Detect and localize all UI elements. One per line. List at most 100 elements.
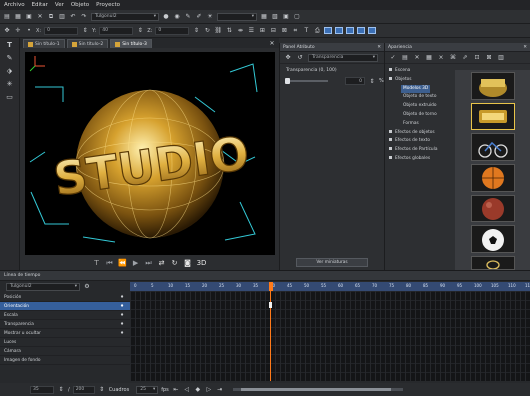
view-button-2[interactable]	[335, 27, 344, 34]
timeline-grid[interactable]	[130, 291, 530, 381]
close-icon[interactable]: ✕	[268, 39, 276, 47]
prev-frame-icon[interactable]: ⏪	[118, 259, 127, 267]
close-icon[interactable]: ✕	[523, 45, 527, 50]
grid-icon[interactable]: ▦	[260, 13, 268, 21]
text-icon[interactable]: T	[302, 27, 310, 35]
track-imagen-de-fondo[interactable]: Imagen de fondo	[0, 356, 130, 365]
particle-tool-icon[interactable]: ✳	[6, 80, 14, 88]
menu-ver[interactable]: Ver	[55, 2, 64, 8]
save-icon[interactable]: ▣	[25, 13, 33, 21]
transparency-input[interactable]: 0	[345, 77, 365, 85]
menu-objeto[interactable]: Objeto	[71, 2, 89, 8]
sphere-icon[interactable]: ●	[162, 13, 170, 21]
tree-item-escena[interactable]: Escena	[389, 67, 451, 76]
export-icon[interactable]: ⊡	[473, 54, 481, 62]
copy-icon[interactable]: ⧉	[47, 13, 55, 21]
keyframe-marker[interactable]	[269, 302, 272, 308]
undo-icon[interactable]: ↶	[69, 13, 77, 21]
add-key-icon[interactable]: ◆	[194, 386, 202, 394]
paint-icon[interactable]: ✎	[184, 13, 192, 21]
tag-icon[interactable]: ⌘	[449, 54, 457, 62]
spinner-icon[interactable]: ⇕	[57, 386, 65, 394]
y-spinner-icon[interactable]: ⇕	[136, 27, 144, 35]
timeline-ruler[interactable]: 0 5 10 15 20 25 30 35 40 45 50 55 60 65 70 75 80 85 90 95 10…	[130, 282, 530, 291]
open-icon[interactable]: ▦	[14, 13, 22, 21]
group-icon[interactable]: ⊟	[269, 27, 277, 35]
thumbnail-red-ball[interactable]	[470, 194, 515, 223]
link-icon[interactable]: ⛓	[214, 27, 223, 35]
text-tool-icon[interactable]: T	[6, 41, 14, 49]
fps-select[interactable]: 25 ▾	[136, 385, 159, 394]
x-field[interactable]: 0	[44, 26, 79, 35]
rotate-icon[interactable]: ↻	[203, 27, 211, 35]
image-tool-icon[interactable]: ▭	[6, 93, 14, 101]
first-frame-icon[interactable]: ⏮	[106, 259, 114, 267]
key-icon[interactable]: ♦	[120, 331, 124, 336]
tree-item-objetos[interactable]: Objetos	[389, 76, 451, 85]
window-icon[interactable]: ▣	[282, 13, 290, 21]
layout-icon[interactable]: ▥	[497, 54, 505, 62]
reset-icon[interactable]: ↺	[296, 54, 304, 62]
arrange-icon[interactable]: ⊞	[258, 27, 266, 35]
z-field[interactable]: 0	[155, 26, 190, 35]
shape-tool-icon[interactable]: ✎	[6, 54, 14, 62]
tab-sin-titulo-1[interactable]: Sin título-1	[23, 39, 65, 48]
mode-3d-label[interactable]: 3D	[197, 259, 207, 267]
camera-icon[interactable]: ⎙	[313, 27, 321, 35]
last-frame-icon[interactable]: ⏭	[145, 259, 153, 267]
x-spinner-icon[interactable]: ⇕	[81, 27, 89, 35]
track-posicion[interactable]: Posición ♦	[0, 293, 130, 302]
z-spinner-icon[interactable]: ⇕	[192, 27, 200, 35]
y-field[interactable]: 40	[99, 26, 134, 35]
move-icon[interactable]: ✥	[3, 27, 11, 35]
tool-icon[interactable]: ⊤	[93, 259, 101, 267]
layout-icon[interactable]: ▧	[271, 13, 279, 21]
settings-icon[interactable]: ⚙	[83, 283, 91, 291]
thumbnail-studio-badge[interactable]	[470, 102, 515, 131]
snap-icon[interactable]: ⌗	[291, 27, 299, 35]
tree-item-objeto-extruido[interactable]: Objeto extruido	[389, 102, 451, 111]
view-button-1[interactable]	[324, 27, 333, 34]
view-button-3[interactable]	[346, 27, 355, 34]
first-key-icon[interactable]: ⇤	[172, 386, 180, 394]
brush-icon[interactable]: ✐	[195, 13, 203, 21]
axis-icon[interactable]: ✛	[14, 27, 22, 35]
font-select[interactable]: Tulgonul2 ▾	[91, 12, 159, 21]
lathe-tool-icon[interactable]: ⬗	[6, 67, 14, 75]
menu-editar[interactable]: Editar	[32, 2, 48, 8]
timeline-object-select[interactable]: Tulgonul2 ▾	[6, 282, 80, 291]
import-icon[interactable]: ⊠	[485, 54, 493, 62]
tree-item-efectos-de-particula[interactable]: Efectos de Partícula	[389, 146, 451, 155]
spinner-icon[interactable]: ⇕	[368, 77, 376, 85]
scrollbar-thumb[interactable]	[240, 388, 391, 391]
tree-item-efectos-globales[interactable]: Efectos globales	[389, 155, 451, 164]
track-mostrar-ocultar[interactable]: Mostrar u ocultar ♦	[0, 329, 130, 338]
track-luces[interactable]: Luces	[0, 338, 130, 347]
timeline-scrollbar[interactable]	[232, 388, 403, 391]
view-button-4[interactable]	[357, 27, 366, 34]
key-icon[interactable]: ♦	[120, 304, 124, 309]
track-camara[interactable]: Cámara	[0, 347, 130, 356]
3d-viewport[interactable]: STUDIO	[25, 52, 275, 255]
view-thumbnails-button[interactable]: Ver miniaturas	[296, 258, 368, 267]
last-key-icon[interactable]: ⇥	[216, 386, 224, 394]
play-icon[interactable]: ▶	[132, 259, 140, 267]
attribute-select[interactable]: Transparencia ▾	[308, 53, 378, 62]
prev-key-icon[interactable]: ◁	[183, 386, 191, 394]
eye-icon[interactable]: ◉	[173, 13, 181, 21]
track-orientacion[interactable]: Orientación ♦	[0, 302, 130, 311]
tab-sin-titulo-2[interactable]: Sin título-2	[66, 39, 109, 48]
spinner-icon[interactable]: ⇕	[98, 386, 106, 394]
light-icon[interactable]: ☀	[206, 13, 214, 21]
track-transparencia[interactable]: Transparencia ♦	[0, 320, 130, 329]
stack-icon[interactable]: ☰	[247, 27, 255, 35]
close-icon[interactable]: ✕	[377, 45, 381, 50]
repeat-icon[interactable]: ↻	[171, 259, 179, 267]
paste-icon[interactable]: ▥	[58, 13, 66, 21]
thumbnail-basketball[interactable]	[470, 164, 515, 192]
key-icon[interactable]: ♦	[120, 295, 124, 300]
folder-icon[interactable]: ▤	[401, 54, 409, 62]
current-frame-field[interactable]: 35	[30, 385, 54, 394]
tree-item-objeto-de-texto[interactable]: Objeto de texto	[389, 93, 451, 102]
tree-item-formas[interactable]: Formas	[389, 120, 451, 129]
